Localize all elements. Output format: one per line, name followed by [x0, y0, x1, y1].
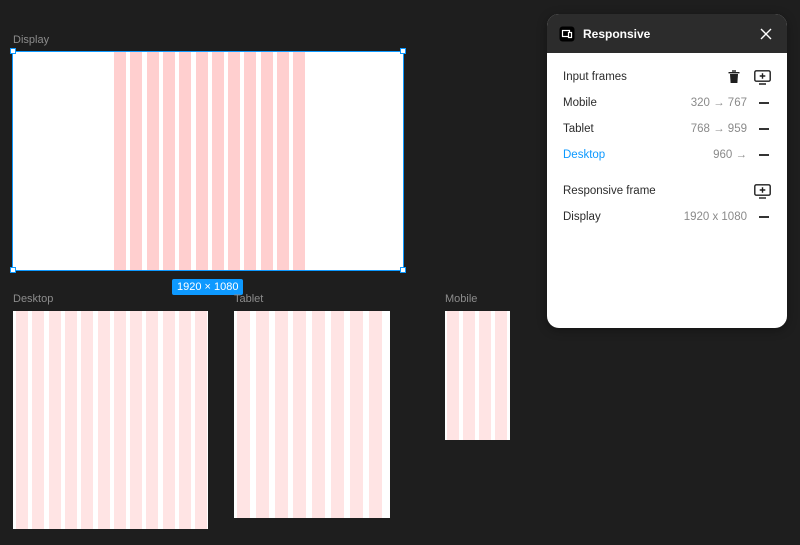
resize-handle-bottom-right[interactable] — [400, 267, 406, 273]
input-frames-header: Input frames — [563, 64, 771, 90]
grid-column — [162, 52, 175, 270]
input-frame-range: 960 → — [713, 149, 747, 161]
add-frame-icon — [753, 69, 771, 85]
grid-column — [64, 311, 77, 529]
display-frame-label[interactable]: Display — [13, 34, 49, 46]
panel-header: Responsive — [547, 14, 787, 53]
add-frame-icon — [753, 183, 771, 199]
input-frame-row-mobile[interactable]: Mobile 320 → 767 — [563, 90, 771, 116]
resize-handle-top-right[interactable] — [400, 48, 406, 54]
grid-column — [195, 311, 208, 529]
minus-icon — [759, 216, 769, 218]
grid-column — [179, 311, 191, 529]
resize-handle-bottom-left[interactable] — [10, 267, 16, 273]
responsive-panel: Responsive Input frames Mobile 320 → 767… — [547, 14, 787, 328]
grid-column — [237, 311, 250, 518]
responsive-frame-size: 1920 x 1080 — [683, 211, 747, 223]
grid-column — [312, 311, 326, 518]
grid-column — [113, 311, 126, 529]
grid-column — [447, 311, 459, 440]
responsive-frame-row-display[interactable]: Display 1920 x 1080 — [563, 204, 771, 230]
grid-column — [195, 52, 208, 270]
input-frame-name: Desktop — [563, 149, 606, 161]
grid-column — [349, 311, 363, 518]
minus-icon — [759, 102, 769, 104]
responsive-frame-name: Display — [563, 211, 601, 223]
trash-icon — [728, 70, 740, 83]
grid-column — [146, 52, 159, 270]
input-frames-title: Input frames — [563, 71, 627, 83]
close-button[interactable] — [757, 25, 775, 43]
display-frame[interactable] — [12, 51, 404, 271]
resize-handle-top-left[interactable] — [10, 48, 16, 54]
input-frame-name: Mobile — [563, 97, 597, 109]
grid-column — [495, 311, 507, 440]
mobile-frame[interactable] — [445, 311, 510, 440]
remove-frame-button[interactable] — [757, 120, 771, 138]
input-frame-range: 768 → 959 — [690, 123, 747, 135]
remove-frame-button[interactable] — [757, 208, 771, 226]
grid-column — [331, 311, 344, 518]
grid-column — [114, 52, 126, 270]
grid-column — [48, 311, 61, 529]
tablet-frame[interactable] — [234, 311, 390, 518]
responsive-frame-header: Responsive frame — [563, 178, 771, 204]
remove-frame-button[interactable] — [757, 94, 771, 112]
grid-column — [255, 311, 269, 518]
remove-frame-button[interactable] — [757, 146, 771, 164]
grid-column — [228, 52, 241, 270]
grid-column — [368, 311, 382, 518]
mobile-frame-label[interactable]: Mobile — [445, 293, 477, 305]
grid-column — [97, 311, 110, 529]
panel-title: Responsive — [583, 26, 651, 41]
grid-column — [81, 311, 94, 529]
desktop-frame-label[interactable]: Desktop — [13, 293, 53, 305]
grid-column — [463, 311, 475, 440]
input-frame-row-tablet[interactable]: Tablet 768 → 959 — [563, 116, 771, 142]
minus-icon — [759, 154, 769, 156]
selection-size-badge: 1920 × 1080 — [172, 279, 244, 295]
grid-column — [130, 52, 143, 270]
close-icon — [760, 28, 772, 39]
grid-column — [211, 52, 224, 270]
delete-frames-button[interactable] — [725, 68, 743, 86]
input-frame-range: 320 → 767 — [690, 97, 747, 109]
add-input-frame-button[interactable] — [753, 68, 771, 86]
grid-column — [162, 311, 175, 529]
grid-column — [130, 311, 143, 529]
grid-column — [146, 311, 159, 529]
grid-column — [479, 311, 491, 440]
tablet-frame-label[interactable]: Tablet — [234, 293, 263, 305]
responsive-plugin-icon — [559, 26, 575, 42]
minus-icon — [759, 128, 769, 130]
grid-column — [274, 311, 288, 518]
input-frame-row-desktop[interactable]: Desktop 960 → — [563, 142, 771, 168]
grid-column — [16, 311, 28, 529]
grid-column — [32, 311, 45, 529]
input-frame-name: Tablet — [563, 123, 594, 135]
responsive-frame-title: Responsive frame — [563, 185, 656, 197]
add-responsive-frame-button[interactable] — [753, 182, 771, 200]
grid-column — [244, 52, 257, 270]
grid-column — [179, 52, 192, 270]
grid-column — [277, 52, 289, 270]
grid-column — [260, 52, 273, 270]
desktop-frame[interactable] — [13, 311, 208, 529]
grid-column — [293, 52, 306, 270]
grid-column — [293, 311, 307, 518]
